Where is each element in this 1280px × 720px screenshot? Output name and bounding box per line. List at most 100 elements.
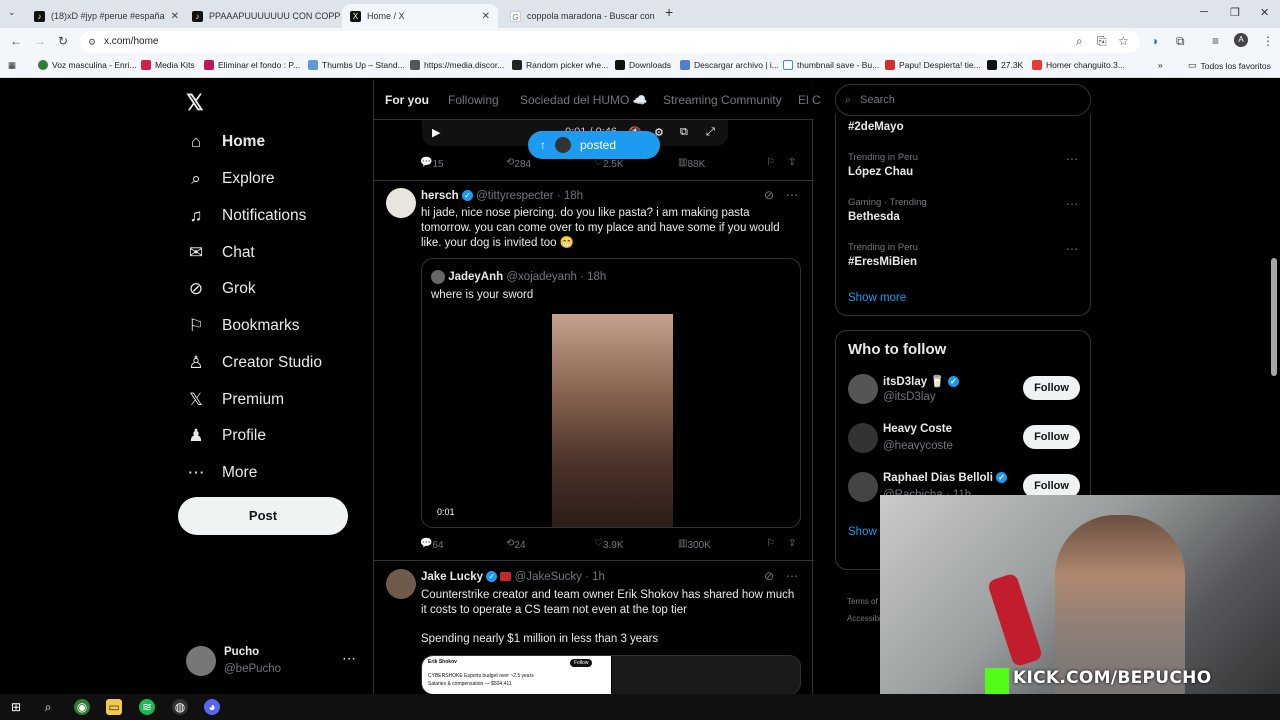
nav-more[interactable]: ⋯ More [186, 458, 258, 488]
search-icon[interactable]: ⌕ [40, 699, 56, 715]
footer-link[interactable]: Accessibi [847, 614, 881, 623]
nav-notifications[interactable]: ♫ Notifications [186, 201, 307, 231]
reading-list-icon[interactable]: ≡ [1212, 34, 1219, 48]
video-player[interactable]: 0:01 [422, 314, 800, 527]
bookmark-item[interactable]: thumbnail save - Bu... [783, 60, 879, 70]
restore-icon[interactable]: ❐ [1230, 6, 1240, 19]
post-button[interactable]: Post [178, 497, 348, 535]
nav-premium[interactable]: 𝕏 Premium [186, 385, 284, 415]
apps-icon[interactable]: ▦ [8, 60, 16, 71]
avatar[interactable] [386, 188, 416, 218]
bookmark-item[interactable]: Random picker whe... [512, 60, 608, 70]
all-bookmarks[interactable]: ▭ Todos los favoritos [1188, 60, 1271, 71]
grok-icon[interactable]: ⊘ [764, 569, 774, 583]
url-field[interactable]: ⚙ x.com/home [80, 31, 1140, 53]
author-handle[interactable]: @JakeSucky [515, 571, 582, 583]
quoted-tweet[interactable]: JadeyAnh @xojadeyanh · 18h where is your… [421, 258, 801, 528]
browser-tab[interactable]: G coppola maradona - Buscar con ✕ [502, 4, 658, 28]
bookmark-item[interactable]: Media Kits [141, 60, 195, 70]
nav-home[interactable]: ⌂ Home [186, 127, 265, 157]
reply-button[interactable]: 💬 64 [420, 538, 444, 551]
bookmark-item[interactable]: 27.3K [987, 60, 1023, 70]
minimize-icon[interactable]: ─ [1200, 6, 1208, 18]
bookmark-icon[interactable]: ⚐ [766, 157, 775, 168]
browser-menu-icon[interactable]: ⋮ [1262, 34, 1274, 48]
account-switcher[interactable]: Pucho @bePucho ⋯ [186, 642, 364, 682]
trend-item[interactable]: Trending in Peru López Chau ⋯ [848, 152, 1078, 178]
bookmark-item[interactable]: Descargar archivo | i... [680, 60, 779, 70]
bookmark-item[interactable]: Papu! Despierta! tie... [885, 60, 981, 70]
play-icon[interactable]: ▶ [432, 126, 440, 139]
close-icon[interactable]: ✕ [482, 11, 490, 22]
forward-icon[interactable]: → [34, 34, 46, 48]
follow-suggestion[interactable]: itsD3lay 🥛 ✓ @itsD3lay Follow [848, 374, 1080, 410]
avatar[interactable] [386, 569, 416, 599]
tweet-media[interactable]: Erik Shokov Follow CYBERSHOKE Esports bu… [421, 655, 801, 694]
profile-avatar-icon[interactable]: A [1234, 33, 1248, 47]
bookmark-item[interactable]: Downloads [615, 60, 671, 70]
zoom-icon[interactable]: ⌕ [1076, 34, 1083, 49]
discord-icon[interactable]: ◕ [204, 699, 220, 715]
show-more-link[interactable]: Show more [848, 292, 906, 304]
tab-search-icon[interactable]: ⌄ [8, 7, 16, 18]
tweet[interactable]: hersch ✓ @tittyrespecter · 18h ⊘ ⋯ hi ja… [374, 180, 814, 560]
tweet-time[interactable]: · 1h [585, 571, 605, 583]
site-info-icon[interactable]: ⚙ [88, 31, 96, 53]
extension-icon[interactable]: ◗ [1152, 34, 1159, 48]
browser-tab-active[interactable]: X Home / X ✕ [342, 4, 498, 28]
scrollbar-thumb[interactable] [1271, 258, 1277, 376]
obs-icon[interactable]: ◍ [172, 699, 188, 715]
more-icon[interactable]: ⋯ [786, 569, 798, 583]
bookmark-item[interactable]: https://media.discor... [410, 60, 504, 70]
spotify-icon[interactable]: ≋ [139, 699, 155, 715]
star-icon[interactable]: ☆ [1118, 34, 1129, 48]
window-close-icon[interactable]: ✕ [1260, 6, 1269, 19]
tab-streaming-community[interactable]: Streaming Community [663, 93, 782, 107]
nav-explore[interactable]: ⌕ Explore [186, 164, 274, 194]
reload-icon[interactable]: ↻ [58, 34, 68, 48]
like-button[interactable]: ♡ 2.5K [594, 157, 624, 170]
nav-grok[interactable]: ⊘ Grok [186, 274, 256, 304]
views-button[interactable]: ▥ 88K [678, 157, 705, 170]
follow-button[interactable]: Follow [1023, 425, 1080, 449]
install-icon[interactable]: ⎘ [1097, 34, 1107, 49]
bookmark-icon[interactable]: ⚐ [766, 538, 775, 549]
author-name[interactable]: hersch [421, 190, 459, 202]
nav-creator-studio[interactable]: ♙ Creator Studio [186, 348, 322, 378]
bookmark-item[interactable]: Eliminar el fondo : P... [204, 60, 300, 70]
trend-item[interactable]: #2deMayo [848, 118, 1078, 133]
more-icon[interactable]: ⋯ [1066, 197, 1078, 211]
repost-button[interactable]: ⟲ 284 [506, 157, 531, 170]
tweet-time[interactable]: · 18h [557, 190, 583, 202]
follow-suggestion[interactable]: Heavy Coste @heavycoste Follow [848, 423, 1080, 459]
nav-chat[interactable]: ✉ Chat [186, 238, 255, 268]
tab-for-you[interactable]: For you [385, 93, 429, 107]
close-icon[interactable]: ✕ [171, 11, 179, 22]
views-button[interactable]: ▥ 300K [678, 538, 711, 551]
windows-start-icon[interactable]: ⊞ [8, 699, 24, 715]
grok-icon[interactable]: ⊘ [764, 188, 774, 202]
trend-item[interactable]: Trending in Peru #EresMiBien ⋯ [848, 242, 1078, 268]
reply-button[interactable]: 💬 15 [420, 157, 444, 170]
chrome-icon[interactable]: ◉ [74, 699, 90, 715]
x-logo-icon[interactable]: 𝕏 [186, 90, 204, 116]
folder-icon[interactable]: ▭ [106, 699, 122, 715]
new-tab-icon[interactable]: + [665, 4, 673, 20]
trend-item[interactable]: Gaming · Trending Bethesda ⋯ [848, 197, 1078, 223]
nav-bookmarks[interactable]: ⚐ Bookmarks [186, 311, 299, 341]
tab-el-c[interactable]: El C [798, 93, 821, 107]
author-handle[interactable]: @tittyrespecter [476, 190, 554, 202]
browser-tab[interactable]: ♪ (18)xD #jyp #perue #españa ✕ [26, 4, 182, 28]
extensions-puzzle-icon[interactable]: ⧉ [1176, 34, 1185, 49]
nav-profile[interactable]: ♟ Profile [186, 421, 266, 451]
author-name[interactable]: Jake Lucky [421, 571, 483, 583]
tab-sociedad-del-humo[interactable]: Sociedad del HUMO ☁️ [520, 93, 648, 107]
follow-button[interactable]: Follow [1023, 376, 1080, 400]
bookmark-item[interactable]: Thumbs Up – Stand... [308, 60, 405, 70]
like-button[interactable]: ♡ 3.9K [594, 538, 624, 551]
more-bookmarks-icon[interactable]: » [1158, 60, 1163, 70]
more-icon[interactable]: ⋯ [786, 188, 798, 202]
search-input[interactable]: ⌕ Search [835, 84, 1091, 116]
share-icon[interactable]: ⇪ [788, 157, 796, 168]
browser-tab[interactable]: ♪ PPAAAPUUUUUUU CON COPPO ✕ [184, 4, 340, 28]
